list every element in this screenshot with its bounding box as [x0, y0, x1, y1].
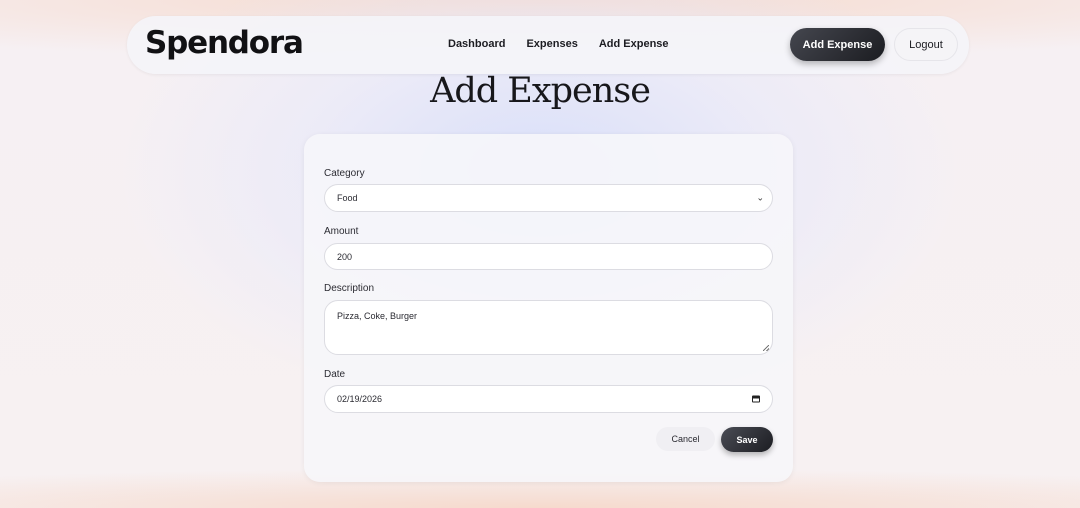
date-label: Date [324, 369, 346, 380]
category-select[interactable]: Food ⌄ [324, 184, 773, 212]
nav-link-expenses[interactable]: Expenses [526, 38, 577, 50]
date-value: 02/19/2026 [337, 394, 383, 404]
nav-links: Dashboard Expenses Add Expense [448, 38, 669, 50]
nav-add-expense-button[interactable]: Add Expense [790, 28, 885, 61]
logout-button[interactable]: Logout [894, 28, 958, 61]
category-label: Category [324, 168, 365, 179]
chevron-down-icon: ⌄ [756, 192, 764, 203]
amount-label: Amount [324, 226, 359, 237]
amount-input[interactable]: 200 [324, 243, 773, 270]
brand-logo[interactable]: Spendora [145, 25, 304, 61]
nav-link-dashboard[interactable]: Dashboard [448, 38, 505, 50]
description-label: Description [324, 283, 375, 294]
amount-value: 200 [337, 251, 353, 262]
calendar-icon[interactable] [752, 395, 760, 403]
save-button[interactable]: Save [721, 427, 773, 452]
description-value: Pizza, Coke, Burger [337, 311, 418, 321]
nav-link-add-expense[interactable]: Add Expense [599, 38, 669, 50]
page-title: Add Expense [430, 71, 651, 111]
date-input[interactable]: 02/19/2026 [324, 385, 773, 413]
category-value: Food [337, 193, 358, 203]
cancel-button[interactable]: Cancel [656, 427, 715, 451]
expense-form-card: Category Food ⌄ Amount 200 Description P… [304, 134, 793, 482]
resize-handle-icon[interactable] [763, 345, 769, 351]
navbar: Spendora Dashboard Expenses Add Expense … [127, 16, 969, 74]
description-textarea[interactable]: Pizza, Coke, Burger [324, 300, 773, 355]
